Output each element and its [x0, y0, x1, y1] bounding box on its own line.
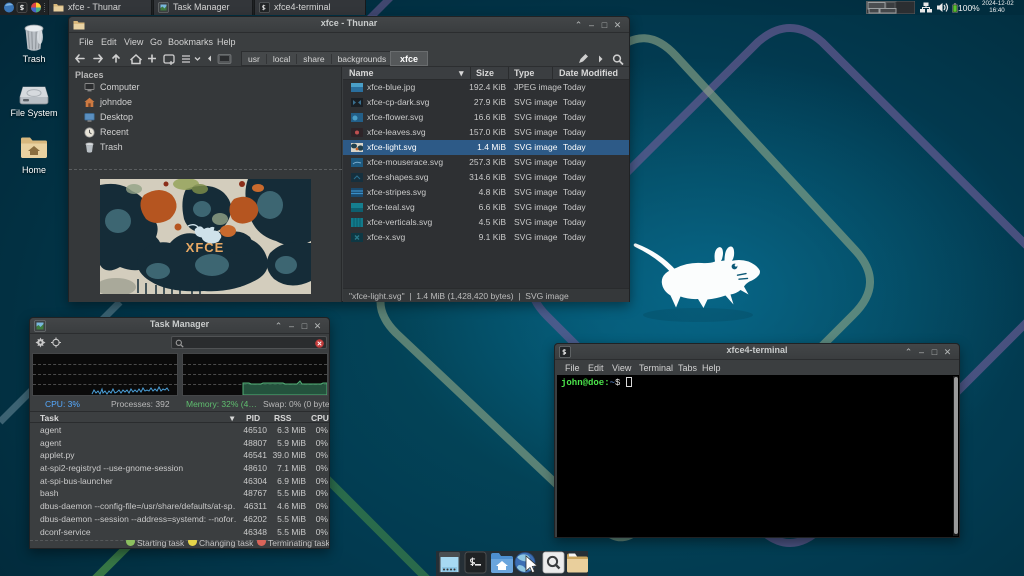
- svg-text:XFCE: XFCE: [186, 240, 225, 255]
